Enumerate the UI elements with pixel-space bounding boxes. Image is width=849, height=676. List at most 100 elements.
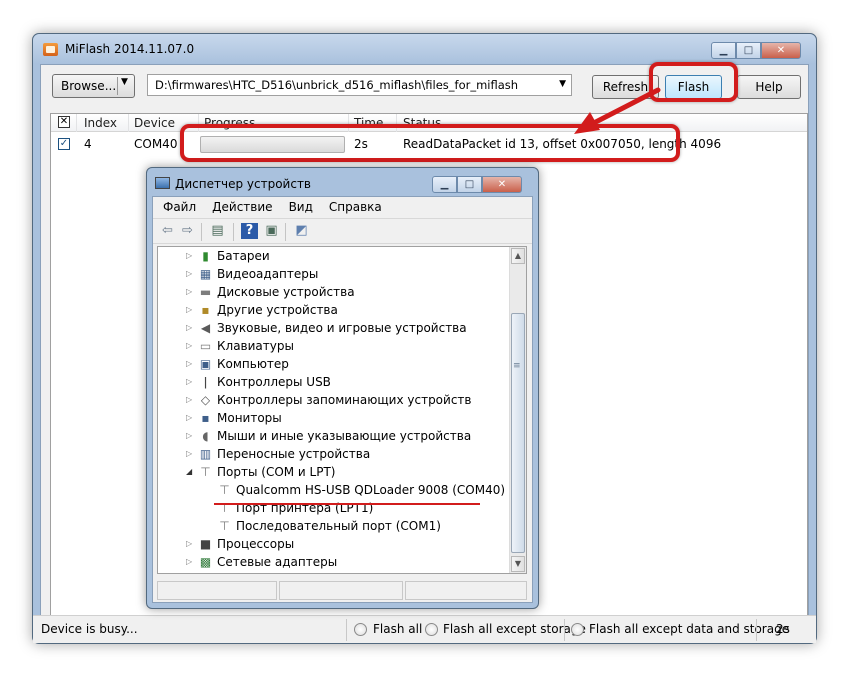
other-device-icon: ▪: [201, 303, 210, 317]
maximize-button[interactable]: □: [736, 42, 761, 59]
row-index: 4: [84, 137, 92, 151]
status-text: Device is busy...: [41, 622, 138, 636]
scroll-grip-icon: ≡: [513, 361, 521, 371]
storage-controller-icon: ◇: [200, 393, 211, 407]
minimize-button[interactable]: ▁: [711, 42, 736, 59]
flash-except-storage-radio[interactable]: [425, 623, 438, 636]
dm-close-button[interactable]: ✕: [482, 176, 522, 193]
dm-maximize-button[interactable]: □: [457, 176, 482, 193]
select-all-checkbox[interactable]: ✕: [58, 116, 70, 128]
dm-toolbar: ⇦ ⇨ ▤ ? ▣ ◩: [153, 218, 532, 244]
miflash-app-icon: [43, 43, 58, 56]
keyboard-icon: ▭: [199, 339, 212, 353]
dm-status-pane: [157, 581, 277, 600]
expand-icon[interactable]: ▷: [186, 251, 192, 260]
dm-status-bar: [157, 579, 527, 601]
tree-scrollbar[interactable]: ▲ ≡ ▼: [509, 247, 526, 573]
flash-all-label[interactable]: Flash all: [373, 622, 422, 636]
expand-icon[interactable]: ▷: [186, 377, 192, 386]
flash-except-data-storage-radio[interactable]: [571, 623, 584, 636]
chevron-down-icon[interactable]: ▼: [121, 77, 128, 87]
split-divider: [117, 77, 118, 95]
tree-item-label: Контроллеры USB: [217, 375, 331, 389]
expand-icon[interactable]: ▷: [186, 557, 192, 566]
dm-status-pane: [405, 581, 527, 600]
scroll-up-icon[interactable]: ▲: [511, 248, 525, 264]
help-icon[interactable]: ?: [241, 223, 258, 239]
browse-label: Browse...: [61, 79, 117, 93]
menu-help[interactable]: Справка: [319, 197, 388, 217]
battery-icon: ▮: [202, 249, 209, 263]
row-checkbox[interactable]: ✓: [58, 138, 70, 150]
tree-item-label: Другие устройства: [217, 303, 338, 317]
port-icon: ⊤: [200, 465, 211, 479]
path-value: D:\firmwares\HTC_D516\unbrick_d516_mifla…: [155, 78, 519, 92]
portable-device-icon: ▥: [199, 447, 212, 461]
port-icon: ⊤: [219, 483, 230, 497]
scroll-down-icon[interactable]: ▼: [511, 556, 525, 572]
dm-client-area: Файл Действие Вид Справка ⇦ ⇨ ▤ ? ▣ ◩ ▷ …: [152, 196, 533, 603]
show-hide-tree-icon[interactable]: ▤: [209, 223, 226, 239]
dm-status-pane: [279, 581, 403, 600]
dm-minimize-button[interactable]: ▁: [432, 176, 457, 193]
tree-item-label: Мыши и иные указывающие устройства: [217, 429, 472, 443]
toolbar-divider: [201, 223, 202, 241]
device-tree: ▷ ▮ Батареи ▷ ▦ Видеоадаптеры ▷ ▬ Дисков…: [157, 246, 527, 574]
expand-icon[interactable]: ▷: [186, 323, 192, 332]
column-index[interactable]: Index: [84, 116, 117, 130]
window-title: MiFlash 2014.11.07.0: [65, 42, 195, 56]
properties-icon[interactable]: ▣: [263, 223, 280, 239]
annotation-arrow-icon: [574, 87, 661, 134]
expand-icon[interactable]: ▷: [186, 287, 192, 296]
tree-item-label: Клавиатуры: [217, 339, 294, 353]
mouse-icon: ◖: [202, 429, 209, 443]
dm-menu-bar: Файл Действие Вид Справка: [153, 197, 532, 217]
toolbar-divider: [233, 223, 234, 241]
path-combobox[interactable]: D:\firmwares\HTC_D516\unbrick_d516_mifla…: [147, 74, 572, 96]
expand-icon[interactable]: ▷: [186, 413, 192, 422]
expand-icon[interactable]: ▷: [186, 359, 192, 368]
forward-arrow-icon[interactable]: ⇨: [179, 223, 196, 239]
tree-item-label: Порты (COM и LPT): [217, 465, 336, 479]
usb-icon: ǀ: [203, 375, 208, 389]
flash-except-data-storage-label[interactable]: Flash all except data and storage: [589, 622, 789, 636]
expand-icon[interactable]: ▷: [186, 269, 192, 278]
menu-file[interactable]: Файл: [153, 197, 202, 217]
menu-action[interactable]: Действие: [202, 197, 278, 217]
port-icon: ⊤: [219, 519, 230, 533]
back-arrow-icon[interactable]: ⇦: [159, 223, 176, 239]
tree-item-label: Qualcomm HS-USB QDLoader 9008 (COM40): [236, 483, 506, 497]
expand-icon[interactable]: ▷: [186, 341, 192, 350]
title-bar[interactable]: MiFlash 2014.11.07.0 ▁ □ ✕: [33, 34, 816, 64]
tree-item-label: Дисковые устройства: [217, 285, 355, 299]
status-time: 2s: [776, 622, 790, 636]
tree-item-label: Компьютер: [217, 357, 289, 371]
expand-icon[interactable]: ▷: [186, 431, 192, 440]
expand-icon[interactable]: ▷: [186, 305, 192, 314]
expand-icon[interactable]: ▷: [186, 449, 192, 458]
tree-item-label: Контроллеры запоминающих устройств: [217, 393, 472, 407]
expand-icon[interactable]: ▷: [186, 539, 192, 548]
browse-button[interactable]: Browse... ▼: [52, 74, 135, 98]
column-device[interactable]: Device: [134, 116, 175, 130]
collapse-icon[interactable]: ◢: [186, 467, 192, 476]
expand-icon[interactable]: ▷: [186, 395, 192, 404]
scroll-thumb[interactable]: [511, 313, 525, 553]
speaker-icon: ◀: [200, 321, 211, 335]
status-divider: [564, 619, 565, 641]
qualcomm-underline: [214, 503, 480, 505]
flash-all-radio[interactable]: [354, 623, 367, 636]
tree-item-label: Звуковые, видео и игровые устройства: [217, 321, 467, 335]
tree-item-label: Процессоры: [217, 537, 295, 551]
tree-item-label: Сетевые адаптеры: [217, 555, 338, 569]
close-button[interactable]: ✕: [761, 42, 801, 59]
menu-view[interactable]: Вид: [279, 197, 319, 217]
processor-icon: ■: [199, 537, 212, 551]
help-button[interactable]: Help: [737, 75, 801, 99]
tree-item-label: Видеоадаптеры: [217, 267, 319, 281]
scan-hardware-icon[interactable]: ◩: [293, 223, 310, 239]
tree-item-label: Переносные устройства: [217, 447, 371, 461]
tree-item-label: Последовательный порт (COM1): [236, 519, 441, 533]
device-manager-title: Диспетчер устройств: [175, 177, 312, 191]
monitor-icon: ▪: [201, 411, 210, 425]
